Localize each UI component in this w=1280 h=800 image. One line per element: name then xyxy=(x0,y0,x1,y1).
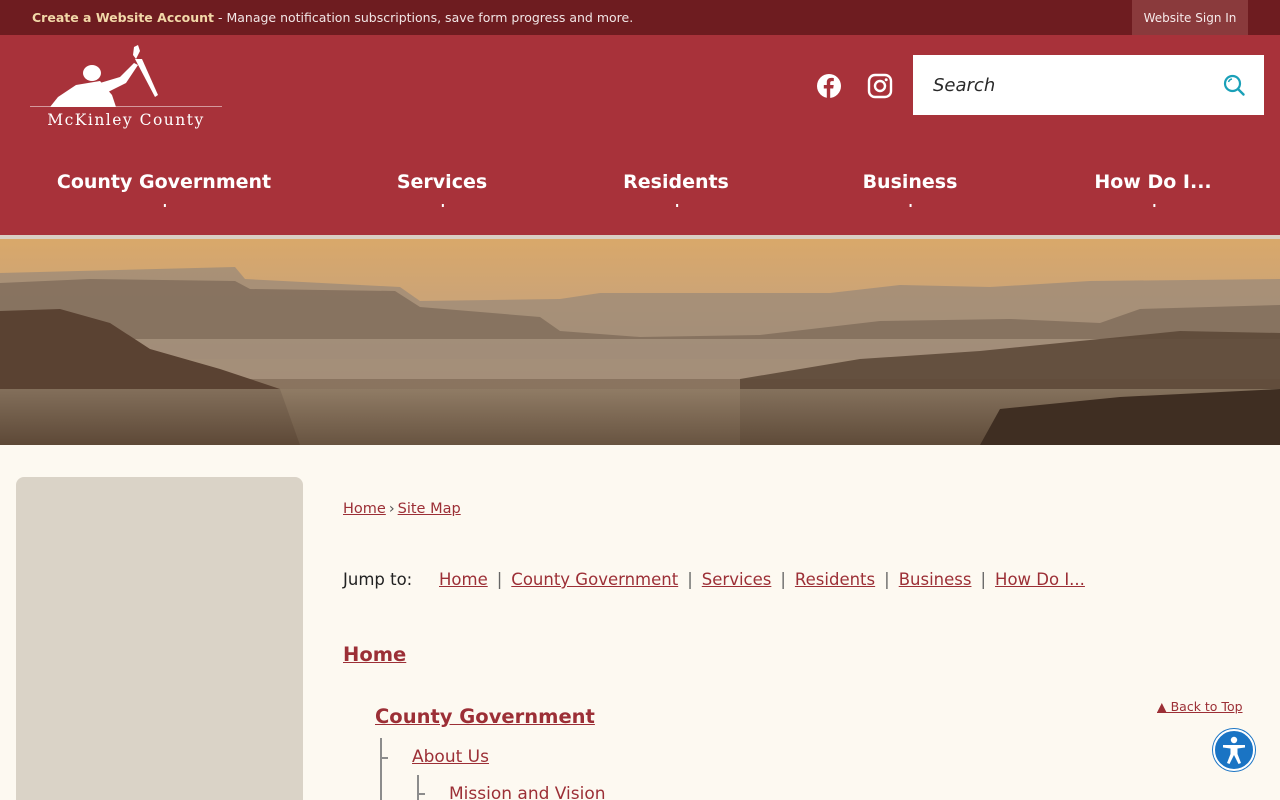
breadcrumb-home-link[interactable]: Home xyxy=(343,501,386,517)
jump-separator: | xyxy=(884,570,890,589)
tree-connector xyxy=(417,775,419,800)
main-navigation: County Government Services Residents Bus… xyxy=(0,165,1280,207)
county-logo[interactable]: McKinley County xyxy=(30,45,222,130)
jump-separator: | xyxy=(780,570,786,589)
jump-separator: | xyxy=(980,570,987,589)
notification-text: Create a Website Account - Manage notifi… xyxy=(32,10,633,25)
nav-services[interactable]: Services xyxy=(397,171,487,207)
accessibility-button[interactable] xyxy=(1213,729,1255,771)
search-button[interactable] xyxy=(1221,72,1247,98)
logo-wordmark: McKinley County xyxy=(47,111,205,129)
jump-to-label: Jump to: xyxy=(343,570,413,589)
jump-business-link[interactable]: Business xyxy=(899,570,972,589)
breadcrumb: Home › Site Map xyxy=(343,501,461,517)
instagram-icon[interactable] xyxy=(867,73,893,99)
search-box xyxy=(913,55,1264,115)
jump-how-do-i-link[interactable]: How Do I... xyxy=(995,570,1085,589)
breadcrumb-site-map-link[interactable]: Site Map xyxy=(398,501,461,517)
breadcrumb-separator: › xyxy=(388,501,395,517)
notification-bar: Create a Website Account - Manage notifi… xyxy=(0,0,1280,35)
nav-residents[interactable]: Residents xyxy=(623,171,729,207)
tree-connector xyxy=(380,738,382,800)
nav-business[interactable]: Business xyxy=(863,171,957,207)
sidebar-panel xyxy=(16,477,303,800)
website-sign-in-button[interactable]: Website Sign In xyxy=(1132,0,1248,35)
create-account-link[interactable]: Create a Website Account xyxy=(32,10,214,25)
sitemap-mission-vision-link[interactable]: Mission and Vision xyxy=(449,784,606,800)
facebook-icon[interactable] xyxy=(816,73,842,99)
sitemap-home-link[interactable]: Home xyxy=(343,643,406,666)
landscape-banner-image xyxy=(0,239,1280,445)
nav-county-government[interactable]: County Government xyxy=(57,171,271,207)
jump-home-link[interactable]: Home xyxy=(439,570,488,589)
nav-how-do-i[interactable]: How Do I... xyxy=(1094,171,1212,207)
jump-county-government-link[interactable]: County Government xyxy=(511,570,678,589)
sitemap-about-us-link[interactable]: About Us xyxy=(412,747,489,767)
accessibility-icon xyxy=(1223,736,1245,764)
logo-figure-icon xyxy=(30,45,222,107)
jump-services-link[interactable]: Services xyxy=(702,570,772,589)
jump-to-bar: Jump to: Home | County Government | Services |… xyxy=(343,570,1085,589)
site-header: McKinley County County Government Servic… xyxy=(0,35,1280,235)
jump-residents-link[interactable]: Residents xyxy=(795,570,875,589)
search-icon xyxy=(1223,74,1245,96)
jump-separator: | xyxy=(687,570,693,589)
tree-connector xyxy=(417,793,425,795)
sitemap-county-government-link[interactable]: County Government xyxy=(375,705,595,728)
notification-message: - Manage notification subscriptions, sav… xyxy=(214,10,634,25)
back-to-top-link[interactable]: ▲ Back to Top xyxy=(1157,699,1243,714)
search-input[interactable] xyxy=(933,73,1203,97)
jump-separator: | xyxy=(496,570,503,589)
tree-connector xyxy=(380,757,388,759)
